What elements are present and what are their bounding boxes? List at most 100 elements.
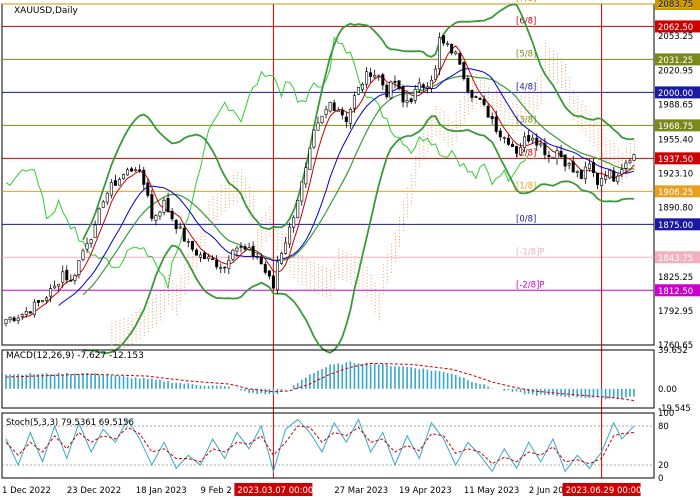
ichimoku-cloud-dot bbox=[342, 266, 344, 268]
ichimoku-cloud-dot bbox=[196, 260, 198, 262]
ichimoku-cloud-dot bbox=[289, 260, 291, 262]
ichimoku-cloud-dot bbox=[224, 200, 226, 202]
ichimoku-cloud-dot bbox=[346, 252, 348, 254]
ichimoku-cloud-dot bbox=[297, 271, 299, 273]
ichimoku-cloud-dot bbox=[585, 134, 587, 136]
ichimoku-cloud-dot bbox=[435, 128, 437, 130]
ichimoku-cloud-dot bbox=[548, 63, 550, 65]
ichimoku-cloud-dot bbox=[605, 166, 607, 168]
ichimoku-cloud-dot bbox=[131, 317, 133, 319]
ichimoku-cloud-dot bbox=[569, 77, 571, 79]
ichimoku-cloud-dot bbox=[317, 277, 319, 279]
ichimoku-cloud-dot bbox=[249, 193, 251, 195]
ichimoku-cloud-dot bbox=[289, 263, 291, 265]
ichimoku-cloud-dot bbox=[386, 282, 388, 284]
ichimoku-cloud-dot bbox=[111, 341, 113, 343]
ichimoku-cloud-dot bbox=[455, 120, 457, 122]
ichimoku-cloud-dot bbox=[382, 264, 384, 266]
price-tick-label: 2053.25 bbox=[658, 32, 693, 42]
ichimoku-cloud-dot bbox=[451, 147, 453, 149]
ichimoku-cloud-dot bbox=[370, 287, 372, 289]
candle-body bbox=[267, 270, 271, 277]
ichimoku-cloud-dot bbox=[407, 194, 409, 196]
ichimoku-cloud-dot bbox=[342, 250, 344, 252]
candle-body bbox=[409, 98, 413, 102]
ichimoku-cloud-dot bbox=[281, 230, 283, 232]
ichimoku-cloud-dot bbox=[155, 297, 157, 299]
ichimoku-cloud-dot bbox=[326, 283, 328, 285]
ichimoku-cloud-dot bbox=[309, 264, 311, 266]
candle-body bbox=[421, 84, 425, 88]
candle-body bbox=[154, 215, 158, 221]
ichimoku-cloud-dot bbox=[159, 297, 161, 299]
ichimoku-cloud-dot bbox=[358, 276, 360, 278]
ichimoku-cloud-dot bbox=[232, 174, 234, 176]
ichimoku-cloud-dot bbox=[634, 149, 635, 151]
candle-body bbox=[32, 301, 36, 316]
candle-body bbox=[575, 171, 579, 173]
ichimoku-cloud-dot bbox=[585, 121, 587, 123]
ichimoku-cloud-dot bbox=[617, 148, 619, 150]
candle-body bbox=[178, 226, 182, 229]
ichimoku-cloud-dot bbox=[581, 110, 583, 112]
ichimoku-cloud-dot bbox=[309, 283, 311, 285]
ichimoku-cloud-dot bbox=[151, 327, 153, 329]
ichimoku-cloud-dot bbox=[346, 255, 348, 257]
ichimoku-cloud-dot bbox=[317, 270, 319, 272]
ichimoku-cloud-dot bbox=[245, 206, 247, 208]
ichimoku-cloud-dot bbox=[269, 225, 271, 227]
ichimoku-cloud-dot bbox=[520, 98, 522, 100]
ichimoku-cloud-dot bbox=[277, 242, 279, 244]
ichimoku-cloud-dot bbox=[261, 220, 263, 222]
candle-body bbox=[251, 245, 255, 257]
ichimoku-cloud-dot bbox=[119, 335, 121, 337]
candle-body bbox=[563, 154, 567, 167]
candle-body bbox=[612, 170, 616, 182]
ichimoku-cloud-dot bbox=[577, 114, 579, 116]
ichimoku-cloud-dot bbox=[342, 269, 344, 271]
ichimoku-cloud-dot bbox=[407, 210, 409, 212]
ichimoku-cloud-dot bbox=[447, 132, 449, 134]
candle-body bbox=[393, 81, 397, 83]
ichimoku-cloud-dot bbox=[496, 90, 498, 92]
ichimoku-cloud-dot bbox=[455, 133, 457, 135]
ichimoku-cloud-dot bbox=[431, 120, 433, 122]
ichimoku-cloud-dot bbox=[374, 305, 376, 307]
ichimoku-cloud-dot bbox=[192, 259, 194, 261]
ichimoku-cloud-dot bbox=[249, 187, 251, 189]
ichimoku-cloud-dot bbox=[135, 315, 137, 317]
ichimoku-cloud-dot bbox=[342, 263, 344, 265]
murrey-level-box-label: 2031.25 bbox=[658, 56, 693, 66]
ichimoku-cloud-dot bbox=[463, 115, 465, 117]
ichimoku-cloud-dot bbox=[297, 261, 299, 263]
ichimoku-cloud-dot bbox=[528, 93, 530, 95]
ichimoku-cloud-dot bbox=[317, 267, 319, 269]
ichimoku-cloud-dot bbox=[386, 269, 388, 271]
candle-body bbox=[215, 259, 219, 268]
ichimoku-cloud-dot bbox=[390, 259, 392, 261]
ichimoku-cloud-dot bbox=[232, 193, 234, 195]
ichimoku-cloud-dot bbox=[597, 144, 599, 146]
ichimoku-cloud-dot bbox=[581, 129, 583, 131]
ichimoku-cloud-dot bbox=[289, 266, 291, 268]
candle-body bbox=[446, 43, 450, 45]
ichimoku-cloud-dot bbox=[305, 268, 307, 270]
ichimoku-cloud-dot bbox=[249, 202, 251, 204]
ichimoku-cloud-dot bbox=[581, 113, 583, 115]
ichimoku-cloud-dot bbox=[322, 266, 324, 268]
ichimoku-cloud-dot bbox=[435, 106, 437, 108]
ichimoku-cloud-dot bbox=[439, 111, 441, 113]
ichimoku-cloud-dot bbox=[172, 280, 174, 282]
ichimoku-cloud-dot bbox=[557, 72, 559, 74]
ichimoku-cloud-dot bbox=[192, 252, 194, 254]
ichimoku-cloud-dot bbox=[127, 339, 129, 341]
candle-body bbox=[604, 175, 608, 180]
candle-body bbox=[288, 226, 292, 245]
ichimoku-cloud-dot bbox=[362, 287, 364, 289]
ichimoku-cloud-dot bbox=[301, 284, 303, 286]
candle-body bbox=[328, 102, 332, 112]
candle-body bbox=[389, 81, 393, 99]
ichimoku-cloud-dot bbox=[552, 57, 554, 59]
candle-body bbox=[296, 200, 300, 218]
ichimoku-cloud-dot bbox=[362, 284, 364, 286]
